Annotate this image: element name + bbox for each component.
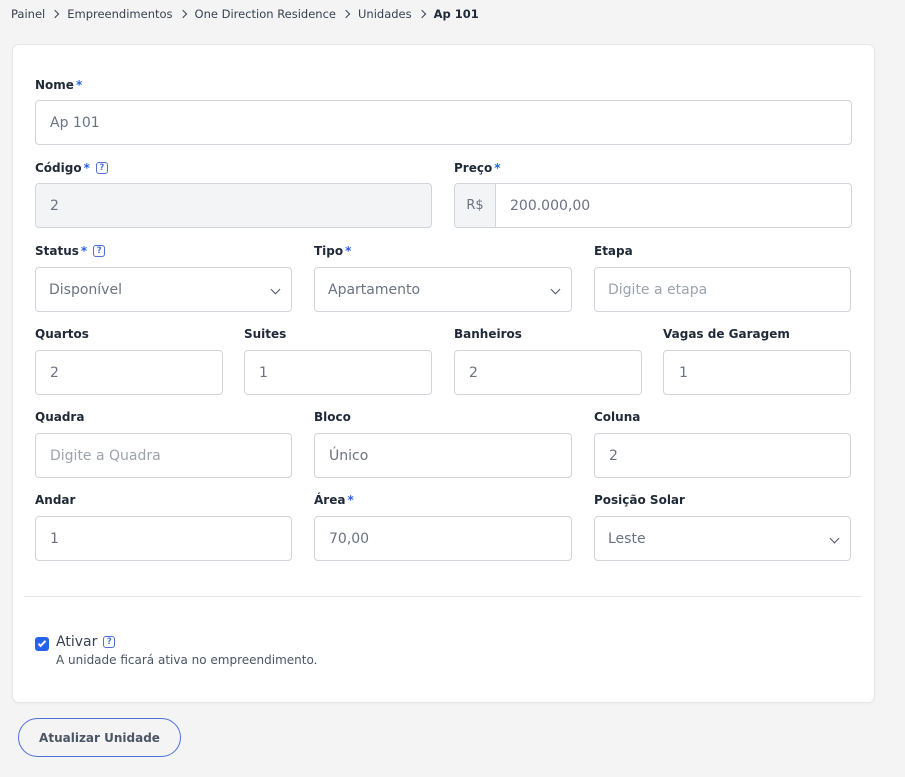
quartos-value: 2 [50,364,59,381]
quadra-label: Quadra [35,410,84,424]
breadcrumb-current: Ap 101 [433,7,479,21]
required-mark: * [80,244,88,258]
coluna-label: Coluna [594,410,640,424]
ativar-description: A unidade ficará ativa no empreendimento… [56,653,318,667]
breadcrumb-empreendimentos[interactable]: Empreendimentos [67,7,172,21]
help-icon[interactable]: ? [95,162,108,174]
help-icon[interactable]: ? [93,245,106,257]
required-mark: * [83,161,90,175]
posicao-solar-label-text: Posição Solar [594,493,685,507]
tipo-label-text: Tipo [314,244,344,258]
vagas-input[interactable]: 1 [663,350,851,395]
help-icon[interactable]: ? [103,636,116,648]
vagas-label-text: Vagas de Garagem [663,327,790,341]
quadra-placeholder: Digite a Quadra [50,447,161,464]
nome-label-text: Nome [35,78,74,92]
chevron-right-icon [341,9,351,19]
quartos-label-text: Quartos [35,327,89,341]
area-input[interactable]: 70,00 [314,516,572,561]
banheiros-label-text: Banheiros [454,327,522,341]
nome-value: Ap 101 [50,114,100,131]
preco-label: Preço * [454,161,501,175]
coluna-value: 2 [609,447,618,464]
banheiros-label: Banheiros [454,327,522,341]
etapa-label: Etapa [594,244,633,258]
chevron-right-icon [178,9,187,19]
vagas-label: Vagas de Garagem [663,327,790,341]
banheiros-value: 2 [469,364,478,381]
andar-value: 1 [50,530,59,547]
breadcrumb-unidades[interactable]: Unidades [358,7,412,21]
banheiros-input[interactable]: 2 [454,350,642,395]
currency-prefix: R$ [455,184,496,227]
chevron-down-icon [829,533,840,544]
posicao-solar-select[interactable]: Leste [594,516,851,561]
required-mark: * [75,78,83,92]
area-label: Área * [314,493,354,507]
required-mark: * [345,244,352,258]
ativar-checkbox[interactable] [35,637,49,651]
andar-label-text: Andar [35,493,76,507]
preco-value: 200.000,00 [510,197,591,214]
suites-input[interactable]: 1 [244,350,432,395]
area-value: 70,00 [329,530,370,547]
posicao-solar-label: Posição Solar [594,493,685,507]
andar-input[interactable]: 1 [35,516,292,561]
codigo-label-text: Código [35,161,82,175]
ativar-label: Ativar ? [56,634,116,650]
quadra-input[interactable]: Digite a Quadra [35,433,292,478]
tipo-label: Tipo * [314,244,351,258]
codigo-value: 2 [50,197,59,214]
coluna-label-text: Coluna [594,410,641,424]
divider [24,596,862,597]
preco-label-text: Preço [454,161,493,175]
breadcrumb-painel[interactable]: Painel [11,7,45,21]
etapa-placeholder: Digite a etapa [608,281,708,298]
required-mark: * [347,493,354,507]
nome-label: Nome * [35,78,82,92]
posicao-solar-value: Leste [608,530,646,547]
tipo-select[interactable]: Apartamento [314,267,572,312]
tipo-value: Apartamento [328,281,421,298]
status-select[interactable]: Disponível [35,267,292,312]
chevron-right-icon [417,9,426,19]
breadcrumb-empreendimento[interactable]: One Direction Residence [195,7,336,21]
preco-input[interactable]: R$ 200.000,00 [454,183,852,228]
nome-input[interactable]: Ap 101 [35,100,852,145]
chevron-down-icon [270,284,281,295]
suites-label: Suites [244,327,286,341]
ativar-label-text: Ativar [56,634,98,650]
bloco-label-text: Bloco [314,410,351,424]
quadra-label-text: Quadra [35,410,85,424]
status-label-text: Status [35,244,79,258]
check-icon [37,638,47,648]
area-label-text: Área [314,493,346,507]
status-label: Status * ? [35,244,106,258]
coluna-input[interactable]: 2 [594,433,851,478]
required-mark: * [494,161,501,175]
suites-label-text: Suites [244,327,287,341]
bloco-input[interactable]: Único [314,433,572,478]
quartos-input[interactable]: 2 [35,350,223,395]
status-value: Disponível [49,281,122,298]
bloco-value: Único [329,447,369,464]
atualizar-unidade-button[interactable]: Atualizar Unidade [18,718,181,757]
chevron-down-icon [550,284,561,295]
bloco-label: Bloco [314,410,351,424]
chevron-right-icon [50,9,60,19]
quartos-label: Quartos [35,327,89,341]
vagas-value: 1 [679,364,688,381]
codigo-input[interactable]: 2 [35,183,432,228]
breadcrumb: Painel Empreendimentos One Direction Res… [11,7,479,21]
andar-label: Andar [35,493,75,507]
codigo-label: Código * ? [35,161,108,175]
suites-value: 1 [259,364,268,381]
etapa-input[interactable]: Digite a etapa [594,267,851,312]
etapa-label-text: Etapa [594,244,633,258]
